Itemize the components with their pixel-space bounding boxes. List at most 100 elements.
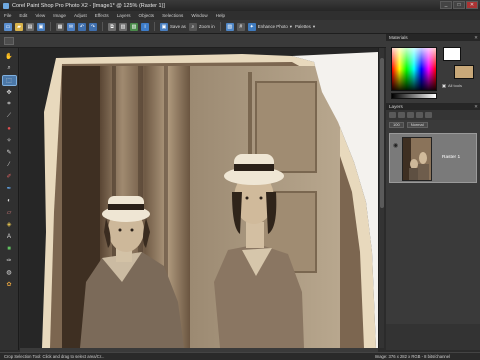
menu-file[interactable]: File [4,13,11,18]
palettes-button[interactable]: Palettes ▾ [295,24,315,30]
title-bar: Corel Paint Shop Pro Photo X2 - [Image1*… [0,0,480,11]
photo-icon[interactable]: ▧ [130,22,138,31]
fill-tool-icon[interactable]: ◈ [3,220,16,229]
layers-palette: 100 Normal ◉ Raster 1 [386,110,480,324]
chevron-down-icon: ▾ [312,23,316,29]
layer-properties-row: 100 Normal [386,120,480,129]
menu-layers[interactable]: Layers [117,13,131,18]
copy-icon[interactable]: ⧉ [108,22,116,31]
window-controls: _ □ ✕ [440,1,478,9]
close-icon[interactable]: ✕ [474,103,478,110]
all-tools-checkbox[interactable]: All tools [442,83,462,88]
blend-mode-select[interactable]: Normal [406,121,428,128]
image-canvas[interactable] [20,48,378,348]
new-file-icon[interactable]: ▭ [4,22,12,31]
shape-tool-icon[interactable]: ■ [3,244,16,253]
new-layer-icon[interactable] [389,112,396,118]
redo-icon[interactable]: ↷ [89,22,97,31]
all-tools-label: All tools [448,83,463,88]
app-logo-icon [3,2,9,9]
grayscale-bar[interactable] [391,93,437,99]
menu-image[interactable]: Image [53,13,66,18]
vertical-scrollbar[interactable] [378,48,384,348]
color-spectrum[interactable] [391,47,437,91]
print-icon[interactable]: ▦ [56,22,64,31]
browse-icon[interactable]: ▤ [26,22,34,31]
save-as-button[interactable]: ▣ Save as [160,22,186,31]
app-window: Corel Paint Shop Pro Photo X2 - [Image1*… [0,0,480,360]
toolbar-divider [50,22,51,31]
tool-options-bar [0,34,390,48]
grid-icon[interactable]: # [236,22,245,31]
save-as-icon: ▣ [160,22,168,31]
warp-brush-icon[interactable]: ◍ [3,268,16,277]
menu-objects[interactable]: Objects [139,13,155,18]
close-button[interactable]: ✕ [466,1,478,9]
visibility-eye-icon[interactable]: ◉ [393,142,398,149]
scratch-remover-icon[interactable]: ⁄ [3,160,16,169]
tools-toolbar: ✋ ⌕ ⬚ ✥ ⌗ ⟋ ● ✧ ✎ ⁄ ✐ ✒ ◐ ▱ ◈ A ■ ✑ ◍ ✿ [0,48,19,350]
menu-adjust[interactable]: Adjust [74,13,87,18]
enhance-icon: ✦ [247,22,256,31]
status-bar: Crop Selection Tool: Click and drag to s… [0,352,480,360]
scrollbar-thumb[interactable] [380,58,384,208]
save-as-label: Save as [170,24,186,29]
menu-help[interactable]: Help [216,13,225,18]
menu-selections[interactable]: Selections [162,13,183,18]
materials-palette-header: Materials ✕ [386,34,480,41]
layer-properties-icon[interactable] [416,112,423,118]
pen-tool-icon[interactable]: ✑ [3,256,16,265]
window-title: Corel Paint Shop Pro Photo X2 - [Image1*… [12,2,165,9]
move-tool-icon[interactable]: ✥ [3,88,16,97]
menu-effects[interactable]: Effects [95,13,109,18]
pan-tool-icon[interactable]: ✋ [3,52,16,61]
open-folder-icon[interactable]: ▰ [15,22,23,31]
eraser-tool-icon[interactable]: ▱ [3,208,16,217]
right-palettes: Materials ✕ All tools Layers ✕ 100 Norma… [386,34,480,350]
menu-view[interactable]: View [35,13,45,18]
crop-tool-icon[interactable]: ⌗ [3,100,16,109]
background-color-swatch[interactable] [454,65,474,79]
delete-layer-icon[interactable] [407,112,414,118]
makeover-tool-icon[interactable]: ✧ [3,136,16,145]
minimize-button[interactable]: _ [440,1,452,9]
layer-item[interactable]: ◉ Raster 1 [389,133,477,183]
palettes-label: Palettes [295,24,311,29]
menu-edit[interactable]: Edit [19,13,27,18]
enhance-photo-button[interactable]: ✦ Enhance Photo ▾ [247,22,292,31]
airbrush-icon[interactable]: ✒ [3,184,16,193]
materials-title: Materials [389,35,408,40]
chevron-down-icon: ▾ [289,23,292,29]
zoom-in-button[interactable]: ⌕ Zoom in [188,22,215,31]
email-icon[interactable]: ✉ [67,22,75,31]
menu-window[interactable]: Window [191,13,207,18]
duplicate-layer-icon[interactable] [398,112,405,118]
text-tool-icon[interactable]: A [3,232,16,241]
info-icon[interactable]: i [141,22,149,31]
foreground-color-swatch[interactable] [443,47,461,61]
clone-brush-icon[interactable]: ✎ [3,148,16,157]
zoom-tool-icon[interactable]: ⌕ [3,64,16,73]
red-eye-tool-icon[interactable]: ● [3,124,16,133]
toolbar-divider [102,22,103,31]
save-icon[interactable]: ▣ [37,22,45,31]
materials-palette: All tools [386,41,480,103]
undo-icon[interactable]: ↶ [78,22,86,31]
maximize-button[interactable]: □ [453,1,465,9]
close-icon[interactable]: ✕ [474,34,478,41]
paste-icon[interactable]: ▥ [119,22,127,31]
photo-image[interactable] [42,52,378,348]
view-icon[interactable]: ▨ [225,22,234,31]
toolbar-divider [154,22,155,31]
mask-icon[interactable] [425,112,432,118]
picture-tube-icon[interactable]: ✿ [3,280,16,289]
dodge-tool-icon[interactable]: ◐ [3,196,16,205]
tool-presets-icon[interactable] [4,37,14,45]
selection-tool-icon[interactable]: ⬚ [1,75,17,86]
menu-bar: File Edit View Image Adjust Effects Laye… [0,11,480,20]
zoom-label: Zoom in [198,24,215,29]
opacity-field[interactable]: 100 [389,121,404,128]
paint-brush-icon[interactable]: ✐ [3,172,16,181]
straighten-tool-icon[interactable]: ⟋ [3,112,16,121]
layers-toolbar [386,110,480,120]
